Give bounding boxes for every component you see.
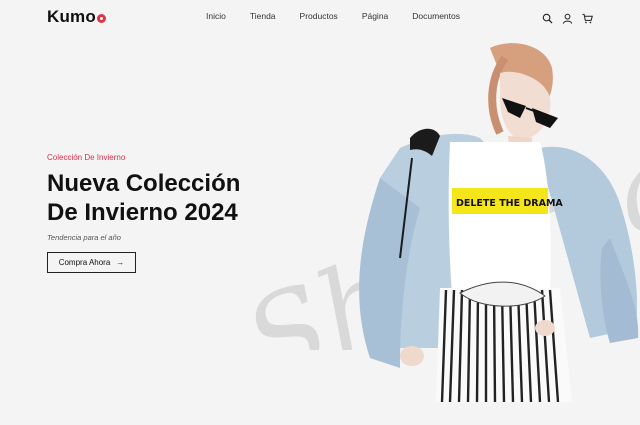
shop-now-label: Compra Ahora bbox=[58, 258, 111, 267]
tshirt-print-text: DELETE THE DRAMA bbox=[456, 198, 563, 209]
hero-title: Nueva Colección De Invierno 2024 bbox=[47, 169, 307, 227]
site-header: Kumo Inicio Tienda Productos Página Docu… bbox=[0, 0, 640, 34]
user-icon[interactable] bbox=[562, 11, 573, 24]
cart-icon[interactable] bbox=[582, 11, 593, 24]
logo-dot-icon bbox=[96, 14, 106, 23]
nav-item-pagina[interactable]: Página bbox=[362, 11, 388, 21]
header-actions bbox=[542, 11, 593, 24]
nav-item-productos[interactable]: Productos bbox=[300, 11, 338, 21]
hero-subtitle: Tendencia para el año bbox=[47, 233, 121, 242]
shop-now-button[interactable]: Compra Ahora → bbox=[47, 252, 136, 273]
nav-item-inicio[interactable]: Inicio bbox=[206, 11, 226, 21]
search-icon[interactable] bbox=[542, 11, 553, 24]
hero-title-line2: De Invierno 2024 bbox=[47, 199, 238, 226]
hero-model-image: DELETE THE DRAMA bbox=[359, 43, 639, 402]
brand-name: Kumo bbox=[47, 7, 96, 26]
nav-item-tienda[interactable]: Tienda bbox=[250, 11, 276, 21]
brand-logo[interactable]: Kumo bbox=[47, 7, 106, 27]
arrow-right-icon: → bbox=[116, 258, 125, 267]
hero-title-line1: Nueva Colección bbox=[47, 170, 241, 197]
nav-item-documentos[interactable]: Documentos bbox=[412, 11, 460, 21]
main-nav: Inicio Tienda Productos Página Documento… bbox=[206, 11, 484, 21]
hero-eyebrow: Colección De Invierno bbox=[47, 153, 126, 162]
striped-skirt bbox=[436, 281, 572, 402]
